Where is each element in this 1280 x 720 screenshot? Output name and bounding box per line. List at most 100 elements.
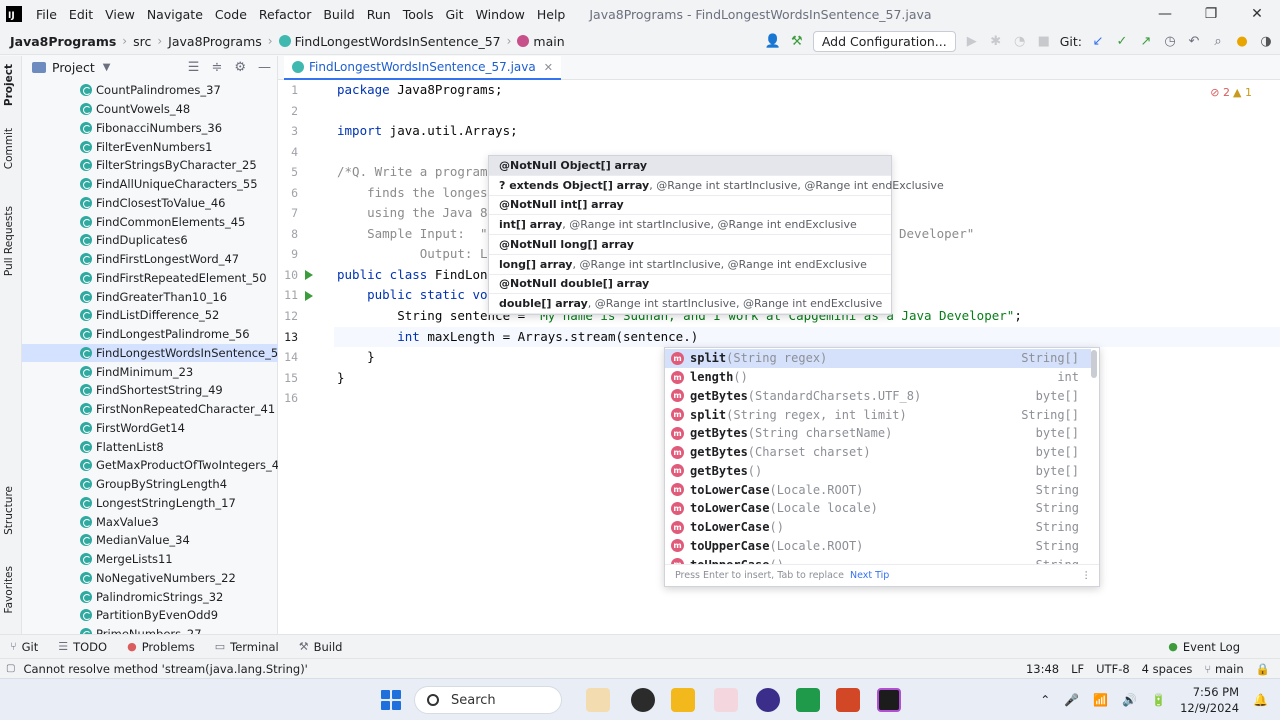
- git-commit-icon[interactable]: ✓: [1114, 34, 1130, 50]
- breadcrumb-package[interactable]: Java8Programs: [164, 34, 266, 49]
- more-options-icon[interactable]: ⋮: [1082, 570, 1092, 581]
- completion-item[interactable]: m getBytes (String charsetName) byte[]: [665, 424, 1091, 443]
- account-icon[interactable]: ◑: [1258, 34, 1274, 50]
- stop-icon[interactable]: ■: [1036, 34, 1052, 50]
- menu-tools[interactable]: Tools: [397, 7, 440, 22]
- completion-item[interactable]: m toUpperCase (Locale.ROOT) String: [665, 537, 1091, 556]
- menu-edit[interactable]: Edit: [63, 7, 99, 22]
- todo-tool-tab[interactable]: ☰ TODO: [48, 640, 117, 654]
- windows-start-icon[interactable]: [381, 690, 401, 710]
- minimize-button[interactable]: —: [1142, 0, 1188, 28]
- pull-requests-tool-tab[interactable]: Pull Requests: [3, 206, 15, 276]
- line-separator[interactable]: LF: [1071, 662, 1084, 676]
- next-tip-link[interactable]: Next Tip: [850, 570, 889, 581]
- project-tree-item[interactable]: FindListDifference_52: [22, 306, 278, 325]
- hammer-build-icon[interactable]: ⚒: [789, 34, 805, 50]
- project-tree-item[interactable]: FirstNonRepeatedCharacter_41: [22, 400, 278, 419]
- taskbar-search[interactable]: Search: [414, 686, 562, 714]
- project-tree-item[interactable]: GetMaxProductOfTwoIntegers_43: [22, 456, 286, 475]
- completion-item[interactable]: m toLowerCase (Locale.ROOT) String: [665, 480, 1091, 499]
- project-tree-item[interactable]: FindFirstRepeatedElement_50: [22, 269, 278, 288]
- project-tree-item[interactable]: MaxValue3: [22, 512, 278, 531]
- wifi-icon[interactable]: 📶: [1093, 693, 1108, 707]
- commit-tool-tab[interactable]: Commit: [3, 128, 15, 169]
- git-tool-tab[interactable]: ⑂ Git: [0, 640, 48, 654]
- completion-item[interactable]: m split (String regex, int limit) String[]: [665, 405, 1091, 424]
- app-icon[interactable]: [714, 688, 738, 712]
- search-everywhere-icon[interactable]: ⌕: [1210, 34, 1226, 50]
- warning-count-badge[interactable]: ▲ 1: [1233, 86, 1252, 99]
- project-tree-item[interactable]: NoNegativeNumbers_22: [22, 569, 278, 588]
- coverage-icon[interactable]: ◔: [1012, 34, 1028, 50]
- notifications-icon[interactable]: 🔔: [1253, 693, 1268, 707]
- project-tree-item[interactable]: FindDuplicates6: [22, 231, 278, 250]
- project-tree-item[interactable]: FindLongestWordsInSentence_57: [22, 343, 286, 363]
- maximize-button[interactable]: ❐: [1188, 0, 1234, 28]
- run-main-gutter-icon[interactable]: [305, 291, 313, 301]
- project-tree-item[interactable]: FibonacciNumbers_36: [22, 119, 278, 138]
- intellij-logo-icon[interactable]: IJ: [6, 6, 22, 22]
- menu-navigate[interactable]: Navigate: [141, 7, 209, 22]
- menu-run[interactable]: Run: [361, 7, 397, 22]
- indent-setting[interactable]: 4 spaces: [1142, 662, 1193, 676]
- chrome-icon[interactable]: [631, 688, 655, 712]
- clock[interactable]: 7:56 PM 12/9/2024: [1180, 684, 1239, 716]
- updates-icon[interactable]: ●: [1234, 34, 1250, 50]
- project-tree-item[interactable]: FindMinimum_23: [22, 362, 278, 381]
- file-explorer-icon[interactable]: [671, 688, 695, 712]
- project-tree-item[interactable]: PalindromicStrings_32: [22, 587, 278, 606]
- microphone-icon[interactable]: 🎤: [1064, 693, 1079, 707]
- run-class-gutter-icon[interactable]: [305, 270, 313, 280]
- completion-scrollbar[interactable]: [1091, 350, 1097, 378]
- project-tree-item[interactable]: LongestStringLength_17: [22, 494, 278, 513]
- chevron-up-icon[interactable]: ⌃: [1040, 693, 1050, 707]
- excel-icon[interactable]: [796, 688, 820, 712]
- panel-toggle-icon[interactable]: ▢: [6, 663, 15, 674]
- intellij-taskbar-icon[interactable]: [877, 688, 901, 712]
- completion-item[interactable]: m split (String regex) String[]: [665, 349, 1091, 368]
- build-tool-tab[interactable]: ⚒ Build: [289, 640, 353, 654]
- menu-git[interactable]: Git: [440, 7, 470, 22]
- project-tree-item[interactable]: FilterStringsByCharacter_25: [22, 156, 278, 175]
- project-tree-item[interactable]: FindFirstLongestWord_47: [22, 250, 278, 269]
- project-tree-item[interactable]: FlattenList8: [22, 437, 278, 456]
- completion-item[interactable]: m toLowerCase (Locale locale) String: [665, 499, 1091, 518]
- menu-refactor[interactable]: Refactor: [253, 7, 317, 22]
- project-tree-item[interactable]: FindCommonElements_45: [22, 212, 278, 231]
- project-tree-item[interactable]: MergeLists11: [22, 550, 278, 569]
- file-encoding[interactable]: UTF-8: [1096, 662, 1130, 676]
- menu-help[interactable]: Help: [531, 7, 572, 22]
- project-panel-title[interactable]: Project: [52, 60, 95, 75]
- completion-item[interactable]: m getBytes() byte[]: [665, 462, 1091, 481]
- git-branch-widget[interactable]: ⑂ main: [1204, 662, 1243, 676]
- eclipse-icon[interactable]: [756, 688, 780, 712]
- project-tree-item[interactable]: CountPalindromes_37: [22, 81, 278, 100]
- expand-all-icon[interactable]: ☰: [188, 60, 200, 75]
- error-count-badge[interactable]: ⊘ 2: [1210, 86, 1230, 99]
- favorites-tool-tab[interactable]: Favorites: [3, 566, 15, 613]
- project-tree-item[interactable]: FirstWordGet14: [22, 419, 278, 438]
- debug-icon[interactable]: ✱: [988, 34, 1004, 50]
- run-icon[interactable]: ▶: [964, 34, 980, 50]
- project-tree-item[interactable]: FindGreaterThan10_16: [22, 287, 278, 306]
- project-tree-item[interactable]: FindAllUniqueCharacters_55: [22, 175, 278, 194]
- completion-item[interactable]: m getBytes (Charset charset) byte[]: [665, 443, 1091, 462]
- completion-item[interactable]: m length() int: [665, 368, 1091, 387]
- menu-file[interactable]: File: [30, 7, 63, 22]
- git-update-icon[interactable]: ↙: [1090, 34, 1106, 50]
- structure-tool-tab[interactable]: Structure: [3, 486, 15, 535]
- close-tab-icon[interactable]: ✕: [544, 61, 553, 74]
- project-tree-item[interactable]: FilterEvenNumbers1: [22, 137, 278, 156]
- breadcrumb-file[interactable]: FindLongestWordsInSentence_57: [275, 34, 505, 49]
- project-tree-item[interactable]: FindLongestPalindrome_56: [22, 325, 278, 344]
- git-push-icon[interactable]: ↗: [1138, 34, 1154, 50]
- menu-view[interactable]: View: [99, 7, 141, 22]
- project-tree-item[interactable]: MedianValue_34: [22, 531, 278, 550]
- menu-build[interactable]: Build: [317, 7, 360, 22]
- menu-window[interactable]: Window: [470, 7, 531, 22]
- project-tree-item[interactable]: PartitionByEvenOdd9: [22, 606, 278, 625]
- project-tree-item[interactable]: CountVowels_48: [22, 100, 278, 119]
- project-tree-item[interactable]: FindShortestString_49: [22, 381, 278, 400]
- project-tool-tab[interactable]: Project: [3, 64, 15, 106]
- breadcrumb-method[interactable]: main: [513, 34, 568, 49]
